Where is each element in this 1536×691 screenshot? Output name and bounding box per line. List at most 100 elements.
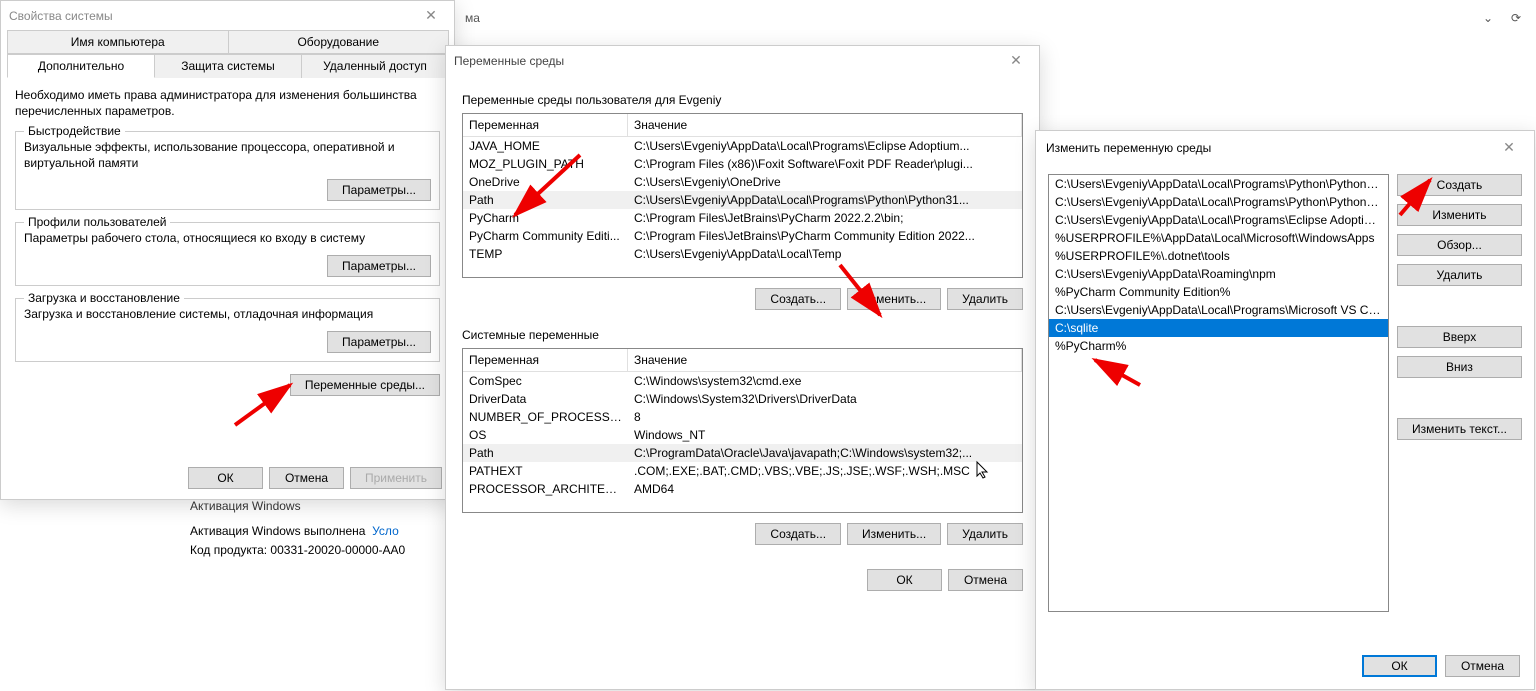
col-variable[interactable]: Переменная [463,349,628,371]
move-down-button[interactable]: Вниз [1397,356,1522,378]
sys-edit-button[interactable]: Изменить... [847,523,941,545]
col-variable[interactable]: Переменная [463,114,628,136]
list-row[interactable]: JAVA_HOMEC:\Users\Evgeniy\AppData\Local\… [463,137,1022,155]
close-icon[interactable]: ✕ [416,7,446,24]
user-vars-label: Переменные среды пользователя для Evgeni… [462,93,1023,107]
cancel-button[interactable]: Отмена [1445,655,1520,677]
path-row[interactable]: C:\Users\Evgeniy\AppData\Local\Programs\… [1049,175,1388,193]
path-row[interactable]: %USERPROFILE%\AppData\Local\Microsoft\Wi… [1049,229,1388,247]
path-row[interactable]: C:\Users\Evgeniy\AppData\Local\Programs\… [1049,211,1388,229]
performance-settings-button[interactable]: Параметры... [327,179,431,201]
var-name: MOZ_PLUGIN_PATH [463,156,628,172]
var-value: C:\Users\Evgeniy\OneDrive [628,174,1022,190]
system-vars-list[interactable]: Переменная Значение ComSpecC:\Windows\sy… [462,348,1023,513]
list-row[interactable]: DriverDataC:\Windows\System32\Drivers\Dr… [463,390,1022,408]
var-value: C:\ProgramData\Oracle\Java\javapath;C:\W… [628,445,1022,461]
list-row[interactable]: PathC:\Users\Evgeniy\AppData\Local\Progr… [463,191,1022,209]
close-icon[interactable]: ✕ [1001,52,1031,69]
refresh-icon[interactable]: ⟳ [1506,11,1526,25]
edit-button[interactable]: Изменить [1397,204,1522,226]
tab-hardware[interactable]: Оборудование [228,30,450,53]
tab-remote[interactable]: Удаленный доступ [301,54,449,78]
user-create-button[interactable]: Создать... [755,288,841,310]
system-vars-label: Системные переменные [462,328,1023,342]
list-row[interactable]: NUMBER_OF_PROCESSORS8 [463,408,1022,426]
list-row[interactable]: OSWindows_NT [463,426,1022,444]
activation-status: Активация Windows выполнена Усло [190,522,405,541]
cancel-button[interactable]: Отмена [948,569,1023,591]
group-title: Профили пользователей [24,215,170,229]
var-value: C:\Program Files\JetBrains\PyCharm Commu… [628,228,1022,244]
path-row[interactable]: C:\Users\Evgeniy\AppData\Local\Programs\… [1049,193,1388,211]
var-value: C:\Windows\System32\Drivers\DriverData [628,391,1022,407]
list-row[interactable]: PATHEXT.COM;.EXE;.BAT;.CMD;.VBS;.VBE;.JS… [463,462,1022,480]
titlebar[interactable]: Изменить переменную среды ✕ [1036,131,1534,164]
ok-button[interactable]: ОК [867,569,942,591]
var-name: TEMP [463,246,628,262]
col-value[interactable]: Значение [628,114,1022,136]
list-row[interactable]: MOZ_PLUGIN_PATHC:\Program Files (x86)\Fo… [463,155,1022,173]
user-vars-list[interactable]: Переменная Значение JAVA_HOMEC:\Users\Ev… [462,113,1023,278]
var-name: OneDrive [463,174,628,190]
sys-create-button[interactable]: Создать... [755,523,841,545]
group-title: Загрузка и восстановление [24,291,184,305]
var-name: Path [463,445,628,461]
move-up-button[interactable]: Вверх [1397,326,1522,348]
activation-link[interactable]: Усло [372,524,399,538]
var-name: OS [463,427,628,443]
path-row[interactable]: %USERPROFILE%\.dotnet\tools [1049,247,1388,265]
var-name: PyCharm [463,210,628,226]
titlebar[interactable]: Свойства системы ✕ [1,1,454,30]
list-row[interactable]: PyCharmC:\Program Files\JetBrains\PyChar… [463,209,1022,227]
tab-advanced[interactable]: Дополнительно [7,54,155,78]
profiles-settings-button[interactable]: Параметры... [327,255,431,277]
startup-settings-button[interactable]: Параметры... [327,331,431,353]
var-value: C:\Windows\system32\cmd.exe [628,373,1022,389]
sys-delete-button[interactable]: Удалить [947,523,1023,545]
dialog-title: Переменные среды [454,54,564,68]
list-row[interactable]: PathC:\ProgramData\Oracle\Java\javapath;… [463,444,1022,462]
var-value: .COM;.EXE;.BAT;.CMD;.VBS;.VBE;.JS;.JSE;.… [628,463,1022,479]
list-row[interactable]: PROCESSOR_ARCHITECTU...AMD64 [463,480,1022,498]
tab-computer-name[interactable]: Имя компьютера [7,30,229,53]
edit-text-button[interactable]: Изменить текст... [1397,418,1522,440]
path-row[interactable]: %PyCharm Community Edition% [1049,283,1388,301]
ok-button[interactable]: ОК [1362,655,1437,677]
path-row[interactable]: %PyCharm% [1049,337,1388,355]
var-value: Windows_NT [628,427,1022,443]
browse-button[interactable]: Обзор... [1397,234,1522,256]
path-row[interactable]: C:\sqlite [1049,319,1388,337]
create-button[interactable]: Создать [1397,174,1522,196]
titlebar[interactable]: Переменные среды ✕ [446,46,1039,75]
close-icon[interactable]: ✕ [1494,139,1524,156]
var-value: AMD64 [628,481,1022,497]
user-delete-button[interactable]: Удалить [947,288,1023,310]
list-row[interactable]: TEMPC:\Users\Evgeniy\AppData\Local\Temp [463,245,1022,263]
dropdown-icon[interactable]: ⌄ [1478,11,1498,25]
group-title: Быстродействие [24,124,125,138]
performance-group: Быстродействие Визуальные эффекты, испол… [15,131,440,210]
var-name: PATHEXT [463,463,628,479]
path-row[interactable]: C:\Users\Evgeniy\AppData\Local\Programs\… [1049,301,1388,319]
list-header: Переменная Значение [463,114,1022,137]
group-desc: Загрузка и восстановление системы, отлад… [24,307,431,323]
path-list[interactable]: C:\Users\Evgeniy\AppData\Local\Programs\… [1048,174,1389,612]
var-name: PROCESSOR_ARCHITECTU... [463,481,628,497]
delete-button[interactable]: Удалить [1397,264,1522,286]
tabs-row-1: Имя компьютера Оборудование [7,30,448,54]
tab-system-protection[interactable]: Защита системы [154,54,302,78]
list-row[interactable]: OneDriveC:\Users\Evgeniy\OneDrive [463,173,1022,191]
environment-variables-button[interactable]: Переменные среды... [290,374,440,396]
list-row[interactable]: PyCharm Community Editi...C:\Program Fil… [463,227,1022,245]
path-row[interactable]: C:\Users\Evgeniy\AppData\Roaming\npm [1049,265,1388,283]
user-edit-button[interactable]: Изменить... [847,288,941,310]
list-row[interactable]: ComSpecC:\Windows\system32\cmd.exe [463,372,1022,390]
cancel-button[interactable]: Отмена [269,467,344,489]
var-value: C:\Users\Evgeniy\AppData\Local\Programs\… [628,192,1022,208]
side-buttons: Создать Изменить Обзор... Удалить Вверх … [1397,174,1522,612]
col-value[interactable]: Значение [628,349,1022,371]
apply-button[interactable]: Применить [350,467,442,489]
ok-button[interactable]: ОК [188,467,263,489]
dialog-title: Свойства системы [9,9,113,23]
activation-heading: Активация Windows [190,497,405,516]
